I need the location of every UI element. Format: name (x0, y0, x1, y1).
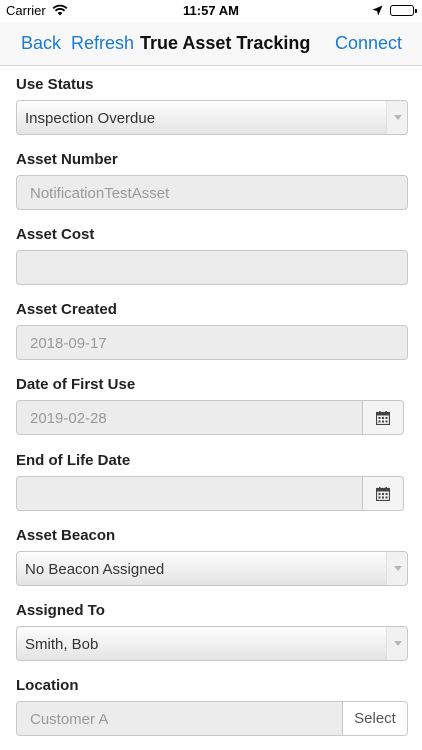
assigned-to-field: Assigned To Smith, Bob (16, 602, 408, 661)
use-status-value: Inspection Overdue (25, 110, 156, 127)
asset-created-label: Asset Created (16, 301, 117, 318)
date-first-use-label: Date of First Use (16, 376, 136, 393)
calendar-icon (376, 411, 390, 425)
date-first-use-field: Date of First Use 2019-02-28 (16, 376, 408, 435)
clock: 11:57 AM (183, 3, 239, 18)
end-of-life-group (16, 476, 404, 511)
end-of-life-calendar-button[interactable] (362, 476, 404, 511)
assigned-to-value: Smith, Bob (25, 636, 99, 653)
asset-beacon-value: No Beacon Assigned (25, 561, 165, 578)
asset-beacon-field: Asset Beacon No Beacon Assigned (16, 527, 408, 586)
connect-button[interactable]: Connect (335, 33, 402, 54)
location-field: Location Customer A Select (16, 677, 408, 736)
assigned-to-select[interactable]: Smith, Bob (16, 626, 408, 661)
asset-number-field: Asset Number NotificationTestAsset (16, 151, 408, 210)
asset-created-field: Asset Created 2018-09-17 (16, 301, 408, 360)
assigned-to-label: Assigned To (16, 602, 105, 619)
asset-cost-label: Asset Cost (16, 226, 95, 243)
calendar-icon (376, 487, 390, 501)
asset-number-value: NotificationTestAsset (30, 185, 170, 202)
location-label: Location (16, 677, 79, 694)
asset-beacon-label: Asset Beacon (16, 527, 116, 544)
asset-number-label: Asset Number (16, 151, 118, 168)
asset-cost-field: Asset Cost (16, 226, 408, 285)
end-of-life-input[interactable] (16, 476, 363, 511)
battery-icon (390, 5, 417, 16)
status-bar: Carrier 11:57 AM (0, 0, 422, 22)
navigation-bar: Back Refresh True Asset Tracking Connect (0, 22, 422, 66)
dropdown-arrow-icon (386, 552, 407, 585)
date-first-use-calendar-button[interactable] (362, 400, 404, 435)
asset-beacon-select[interactable]: No Beacon Assigned (16, 551, 408, 586)
location-value: Customer A (30, 711, 109, 728)
use-status-select[interactable]: Inspection Overdue (16, 100, 408, 135)
date-first-use-input[interactable]: 2019-02-28 (16, 400, 363, 435)
asset-created-input[interactable]: 2018-09-17 (16, 325, 408, 360)
location-arrow-icon (372, 4, 383, 19)
asset-cost-input[interactable] (16, 250, 408, 285)
asset-created-value: 2018-09-17 (30, 335, 107, 352)
use-status-label: Use Status (16, 76, 94, 93)
date-first-use-group: 2019-02-28 (16, 400, 404, 435)
location-input[interactable]: Customer A (16, 701, 343, 736)
date-first-use-value: 2019-02-28 (30, 410, 107, 427)
asset-number-input[interactable]: NotificationTestAsset (16, 175, 408, 210)
dropdown-arrow-icon (386, 627, 407, 660)
back-button[interactable]: Back (21, 33, 61, 54)
location-group: Customer A Select (16, 701, 408, 736)
end-of-life-label: End of Life Date (16, 452, 131, 469)
page-title: True Asset Tracking (140, 33, 311, 53)
dropdown-arrow-icon (386, 101, 407, 134)
end-of-life-field: End of Life Date (16, 452, 408, 511)
use-status-field: Use Status Inspection Overdue (16, 76, 408, 135)
location-select-button[interactable]: Select (342, 701, 408, 736)
refresh-button[interactable]: Refresh (71, 33, 134, 54)
